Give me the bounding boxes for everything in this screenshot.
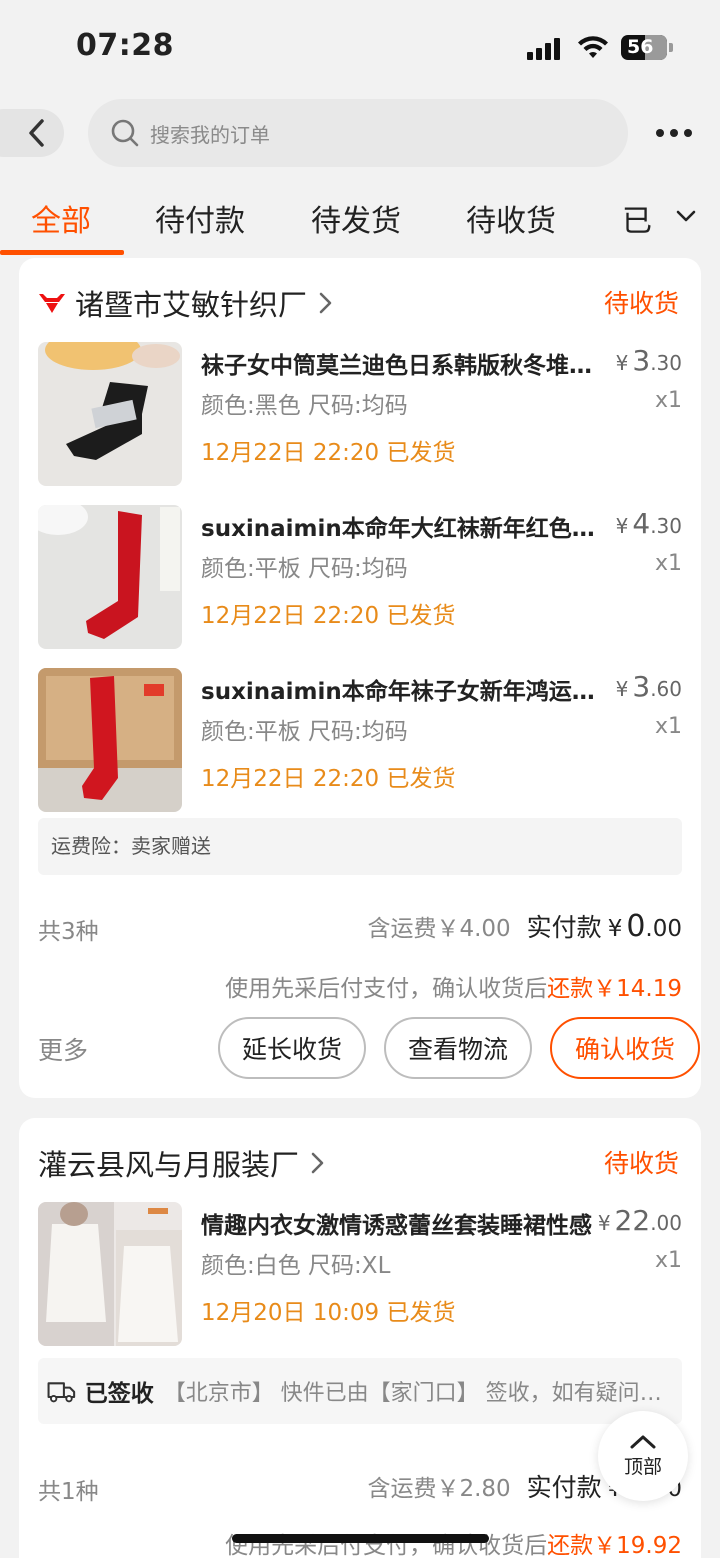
- item-price: ¥22.00: [597, 1204, 682, 1237]
- more-options-icon[interactable]: [656, 129, 692, 137]
- item-ship-time: 12月22日 22:20 已发货: [201, 440, 456, 466]
- shop-name: 诸暨市艾敏针织厂: [75, 288, 308, 322]
- back-to-top-label: 顶部: [623, 1455, 662, 1478]
- order-card: 诸暨市艾敏针织厂 待收货 袜子女中筒莫兰迪色日系韩版秋冬堆堆袜 颜色:黑色 尺码…: [19, 258, 701, 1098]
- order-actions: 更多 延长收货 查看物流 确认收货: [38, 1017, 700, 1079]
- product-image[interactable]: [38, 342, 182, 486]
- tmall-logo-icon: [39, 294, 65, 313]
- item-spec: 颜色:平板 尺码:均码: [201, 719, 408, 745]
- search-icon: [111, 119, 139, 147]
- order-tabs: 全部 待付款 待发货 待收货 已: [0, 190, 720, 256]
- tab-pending-payment[interactable]: 待付款: [155, 196, 245, 240]
- item-quantity: x1: [654, 388, 682, 413]
- order-item[interactable]: 袜子女中筒莫兰迪色日系韩版秋冬堆堆袜 颜色:黑色 尺码:均码 12月22日 22…: [38, 342, 682, 488]
- item-quantity: x1: [654, 1248, 682, 1273]
- logistics-detail: 【北京市】 快件已由【家门口】 签收，如有疑问请联系快递员: [163, 1381, 682, 1406]
- paid-amount: 0: [626, 909, 646, 944]
- item-price: ¥4.30: [615, 507, 682, 540]
- product-image[interactable]: [38, 1202, 182, 1346]
- tab-pending-receipt[interactable]: 待收货: [466, 196, 556, 240]
- paid-label: 实付款: [526, 913, 602, 942]
- item-title[interactable]: 情趣内衣女激情诱惑蕾丝套装睡裙性感: [201, 1206, 601, 1240]
- cellular-signal-icon: [527, 38, 563, 60]
- item-title[interactable]: 袜子女中筒莫兰迪色日系韩版秋冬堆堆袜: [201, 346, 601, 380]
- search-placeholder: 搜索我的订单: [150, 122, 270, 147]
- item-title[interactable]: suxinaimin本命年大红袜新年红色中筒袜: [201, 509, 601, 543]
- order-status: 待收货: [603, 289, 679, 318]
- product-image[interactable]: [38, 505, 182, 649]
- tab-active-indicator: [0, 250, 124, 255]
- item-price: ¥3.30: [615, 344, 682, 377]
- tab-completed[interactable]: 已: [622, 196, 652, 240]
- shop-link[interactable]: 诸暨市艾敏针织厂: [37, 282, 335, 324]
- item-spec: 颜色:白色 尺码:XL: [201, 1253, 391, 1279]
- item-ship-time: 12月22日 22:20 已发货: [201, 766, 456, 792]
- item-count: 共3种: [38, 919, 99, 945]
- wifi-icon: [578, 36, 608, 58]
- status-time: 07:28: [76, 28, 174, 63]
- order-card: 灌云县风与月服装厂 待收货 情趣内衣女激情诱惑蕾丝套装睡裙性感 颜色:白色 尺码…: [19, 1118, 701, 1558]
- item-count: 共1种: [38, 1479, 99, 1505]
- item-quantity: x1: [654, 714, 682, 739]
- chevron-left-icon: [29, 119, 44, 147]
- chevron-down-icon[interactable]: [676, 210, 696, 224]
- status-bar: 07:28 56: [0, 0, 720, 95]
- more-link[interactable]: 更多: [38, 1031, 88, 1067]
- home-indicator: [232, 1534, 489, 1543]
- item-title[interactable]: suxinaimin本命年袜子女新年鸿运红袜子: [201, 672, 601, 706]
- shop-link[interactable]: 灌云县风与月服装厂: [38, 1142, 327, 1184]
- battery-level: 56: [627, 36, 654, 58]
- order-status: 待收货: [603, 1149, 679, 1178]
- view-logistics-button[interactable]: 查看物流: [384, 1017, 532, 1079]
- back-button[interactable]: [0, 109, 64, 157]
- shipping-fee: 含运费￥2.80: [367, 1476, 511, 1502]
- chevron-right-icon: [319, 292, 332, 314]
- chevron-up-icon: [630, 1435, 656, 1448]
- tab-pending-shipment[interactable]: 待发货: [311, 196, 401, 240]
- battery-icon: 56: [621, 35, 667, 60]
- chevron-right-icon: [311, 1152, 324, 1174]
- order-summary: 共1种 含运费￥2.80 实付款 ¥ 0 .00: [38, 1468, 682, 1508]
- paid-label: 实付款: [526, 1473, 602, 1502]
- confirm-receipt-button[interactable]: 确认收货: [550, 1017, 700, 1079]
- order-summary: 共3种 含运费￥4.00 实付款 ¥ 0 .00: [38, 909, 682, 945]
- search-input[interactable]: 搜索我的订单: [88, 99, 628, 167]
- item-ship-time: 12月20日 10:09 已发货: [201, 1300, 456, 1326]
- back-to-top-button[interactable]: 顶部: [598, 1411, 688, 1501]
- repay-amount: 还款￥19.92: [547, 1533, 682, 1558]
- extend-receipt-button[interactable]: 延长收货: [218, 1017, 366, 1079]
- shop-name: 灌云县风与月服装厂: [38, 1148, 300, 1182]
- item-price: ¥3.60: [615, 670, 682, 703]
- shipping-insurance: 运费险：卖家赠送: [38, 818, 682, 875]
- delivery-truck-icon: [47, 1382, 76, 1403]
- logistics-status: 已签收: [84, 1381, 154, 1407]
- logistics-bar[interactable]: 已签收 【北京市】 快件已由【家门口】 签收，如有疑问请联系快递员: [38, 1358, 682, 1424]
- product-image[interactable]: [38, 668, 182, 812]
- order-item[interactable]: 情趣内衣女激情诱惑蕾丝套装睡裙性感 颜色:白色 尺码:XL 12月20日 10:…: [38, 1202, 682, 1348]
- item-spec: 颜色:黑色 尺码:均码: [201, 393, 408, 419]
- tab-all[interactable]: 全部: [31, 196, 91, 240]
- item-quantity: x1: [654, 551, 682, 576]
- item-ship-time: 12月22日 22:20 已发货: [201, 603, 456, 629]
- paylater-note: 使用先采后付支付，确认收货后还款￥14.19: [225, 976, 682, 1002]
- item-spec: 颜色:平板 尺码:均码: [201, 556, 408, 582]
- order-item[interactable]: suxinaimin本命年袜子女新年鸿运红袜子 颜色:平板 尺码:均码 12月2…: [38, 668, 682, 814]
- shipping-fee: 含运费￥4.00: [367, 916, 511, 942]
- repay-amount: 还款￥14.19: [547, 976, 682, 1002]
- order-item[interactable]: suxinaimin本命年大红袜新年红色中筒袜 颜色:平板 尺码:均码 12月2…: [38, 505, 682, 651]
